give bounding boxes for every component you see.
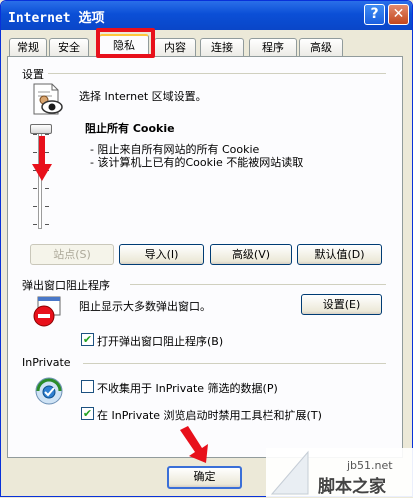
slider-tick: [45, 188, 49, 189]
privacy-slider-thumb[interactable]: [30, 124, 52, 134]
tab-programs[interactable]: 程序: [249, 38, 297, 56]
inprivate-group-line: [83, 363, 386, 364]
privacy-settings-icon: [30, 82, 64, 118]
settings-group-line: [48, 73, 386, 74]
settings-group-label: 设置: [20, 66, 46, 82]
tab-highlight-annotation: [96, 28, 155, 58]
watermark-name: 脚本之家: [318, 477, 386, 497]
inprivate-toolbars-checkbox[interactable]: ✔: [81, 407, 94, 420]
slider-tick: [33, 206, 37, 207]
privacy-level-title: 阻止所有 Cookie: [85, 122, 175, 135]
popup-settings-button[interactable]: 设置(E): [301, 294, 382, 315]
popup-group-label: 弹出窗口阻止程序: [20, 277, 112, 293]
help-button[interactable]: ?: [364, 4, 385, 25]
slider-tick: [45, 206, 49, 207]
tab-content[interactable]: 内容: [154, 38, 196, 56]
inprivate-filter-checkbox[interactable]: [81, 380, 94, 393]
window-title: Internet 选项: [8, 11, 105, 26]
popup-enable-checkbox[interactable]: ✔: [81, 333, 94, 346]
import-button[interactable]: 导入(I): [119, 244, 204, 265]
popup-description: 阻止显示大多数弹出窗口。: [79, 300, 211, 313]
tab-connections[interactable]: 连接: [200, 38, 244, 56]
inprivate-filter-label[interactable]: 不收集用于 InPrivate 筛选的数据(P): [97, 380, 278, 396]
tab-security[interactable]: 安全: [49, 38, 89, 56]
slider-tick: [33, 188, 37, 189]
red-arrow-down-icon: [32, 136, 52, 182]
watermark-logo-icon: [270, 450, 310, 495]
slider-tick: [33, 134, 37, 135]
privacy-level-bullet: - 该计算机上已有的Cookie 不能被网站读取: [90, 156, 304, 169]
default-button[interactable]: 默认值(D): [297, 244, 382, 265]
red-arrow-annotation-icon: [176, 426, 212, 464]
watermark-site: jb51.net: [347, 459, 393, 472]
inprivate-toolbars-label[interactable]: 在 InPrivate 浏览启动时禁用工具栏和扩展(T): [97, 407, 322, 423]
ok-button[interactable]: 确定: [167, 466, 242, 489]
popup-group-line: [130, 284, 386, 285]
advanced-button[interactable]: 高级(V): [210, 244, 292, 265]
popup-blocker-icon: [32, 296, 62, 328]
slider-tick: [45, 224, 49, 225]
slider-tick: [45, 134, 49, 135]
tab-advanced[interactable]: 高级: [299, 38, 343, 56]
settings-description: 选择 Internet 区域设置。: [79, 90, 207, 103]
slider-tick: [33, 224, 37, 225]
sites-button[interactable]: 站点(S): [30, 244, 114, 265]
inprivate-group-label: InPrivate: [20, 356, 73, 369]
tab-general[interactable]: 常规: [9, 38, 47, 56]
inprivate-icon: [33, 375, 65, 407]
popup-enable-label[interactable]: 打开弹出窗口阻止程序(B): [97, 333, 223, 349]
close-button[interactable]: ✕: [388, 4, 409, 25]
